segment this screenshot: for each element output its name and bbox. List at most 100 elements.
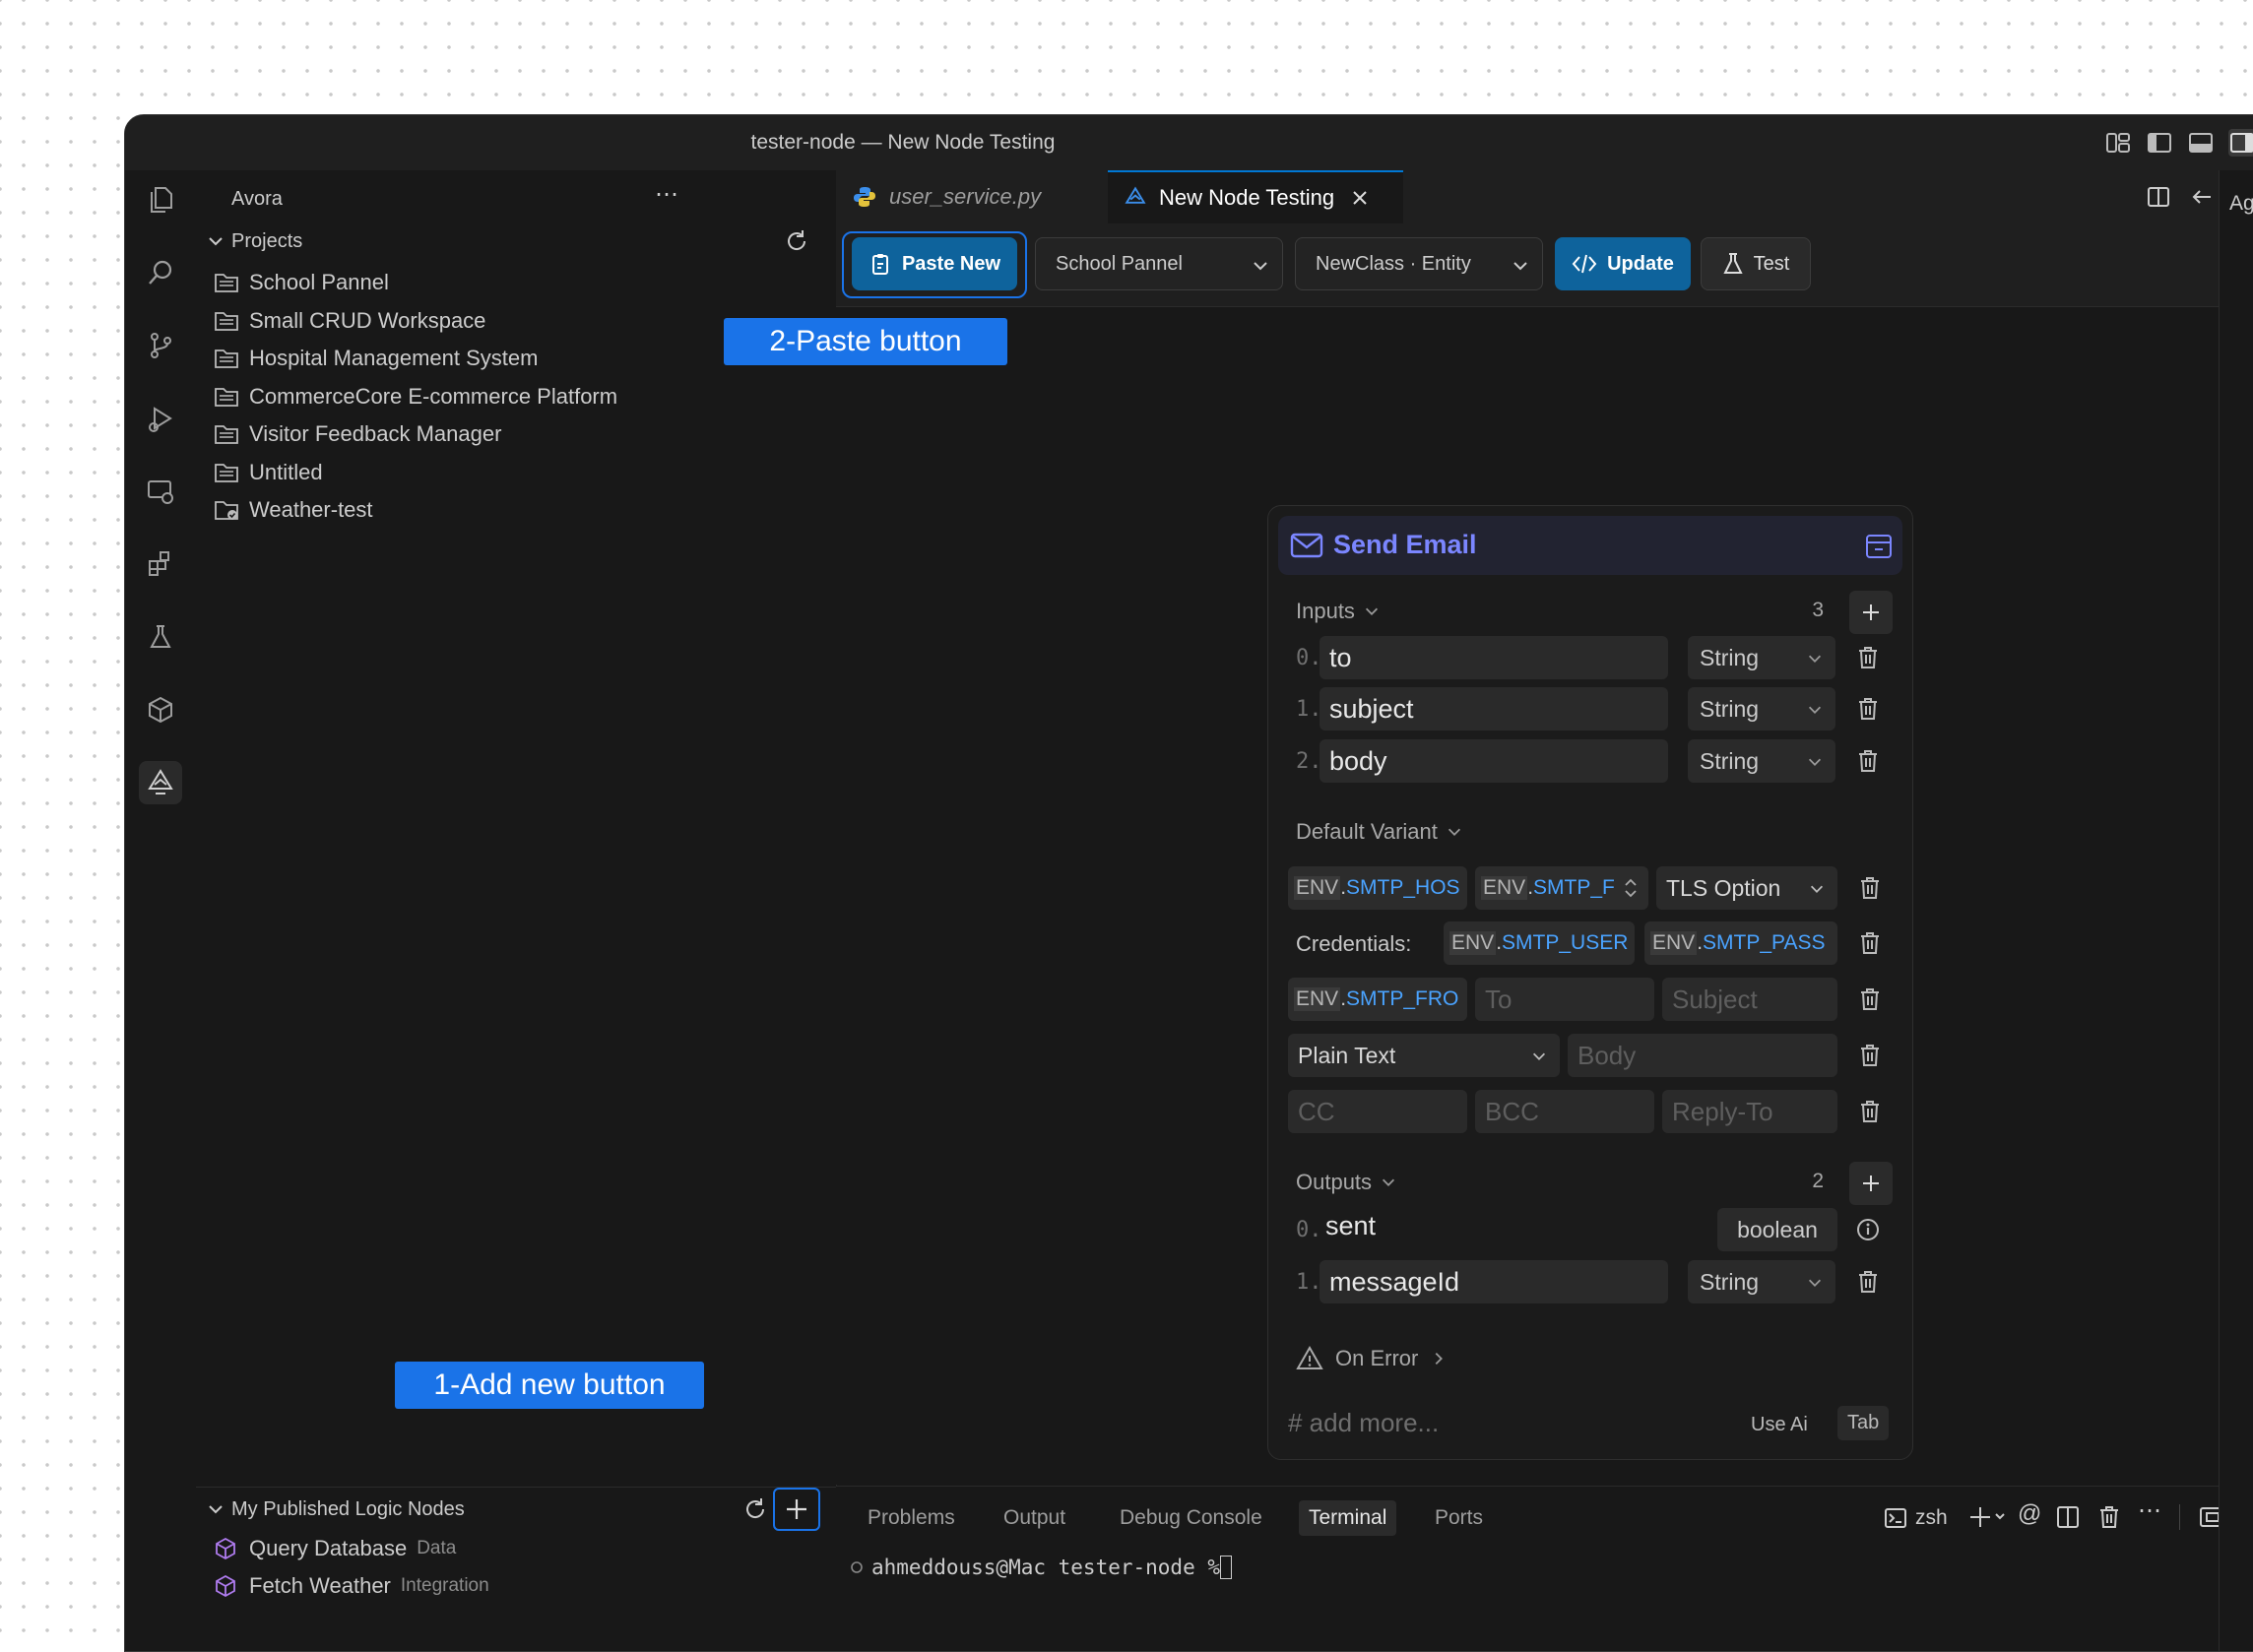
delete-row-button[interactable] [1855,921,1885,965]
project-item[interactable]: CommerceCore E-commerce Platform [196,378,806,415]
smtp-host-field[interactable]: ENV. SMTP_HOS [1288,866,1467,910]
trash-icon [1861,988,1879,1010]
new-terminal-icon[interactable] [1968,1504,2008,1535]
stepper-icon[interactable] [1623,876,1639,900]
more-actions-icon[interactable]: ⋯ [2138,1496,2161,1525]
toggle-secondary-sidebar-icon[interactable] [2228,129,2253,157]
project-item[interactable]: Untitled [196,454,806,491]
class-select[interactable]: NewClass · Entity [1295,237,1543,290]
delete-row-button[interactable] [1855,1034,1885,1077]
delete-row-button[interactable] [1855,978,1885,1021]
cc-field[interactable]: CC [1288,1090,1467,1133]
more-actions-icon[interactable]: ⋯ [655,180,678,209]
add-output-button[interactable] [1849,1162,1893,1205]
refresh-published-icon[interactable] [741,1495,769,1528]
extensions-icon[interactable] [139,542,182,586]
mention-icon[interactable]: @ [2018,1500,2041,1528]
project-item[interactable]: School Pannel [196,264,806,301]
update-button[interactable]: Update [1555,237,1691,290]
kill-terminal-icon[interactable] [2098,1504,2120,1535]
chevron-down-icon [1383,1178,1395,1186]
delete-input-button[interactable] [1853,687,1883,731]
published-node-item[interactable]: Fetch Weather Integration [196,1567,806,1605]
chevron-down-icon [1448,828,1460,836]
input-type-select[interactable]: String [1688,687,1835,731]
package-cube-icon[interactable] [139,688,182,731]
panel-tab-output[interactable]: Output [994,1500,1075,1536]
smtp-from-field[interactable]: ENV. SMTP_FRO [1288,978,1467,1021]
tab-new-node-testing[interactable]: New Node Testing [1108,170,1403,223]
add-new-node-button[interactable] [773,1488,820,1531]
project-item[interactable]: Visitor Feedback Manager [196,415,806,453]
terminal-line[interactable]: ahmeddouss@Mac tester-node % [850,1556,1233,1579]
input-name-field[interactable]: body [1320,739,1668,783]
test-button[interactable]: Test [1701,237,1811,290]
remote-explorer-icon[interactable] [139,470,182,513]
on-error-header[interactable]: On Error [1296,1343,1448,1374]
outputs-header[interactable]: Outputs [1296,1168,1397,1197]
output-name-field[interactable]: messageId [1320,1260,1668,1303]
add-input-button[interactable] [1849,591,1893,634]
content-type-select[interactable]: Plain Text [1288,1034,1560,1077]
delete-row-button[interactable] [1855,866,1885,910]
node-toolbar: Paste New School Pannel NewClass · Entit… [836,223,2253,307]
project-item[interactable]: Small CRUD Workspace [196,302,806,340]
toggle-panel-icon[interactable] [2187,129,2215,157]
variant-header[interactable]: Default Variant [1296,817,1463,847]
smtp-port-field[interactable]: ENV. SMTP_F [1475,866,1648,910]
env-value: SMTP_PASS [1703,931,1826,954]
folder-icon [214,383,241,411]
search-icon[interactable] [139,251,182,294]
terminal-shell-selector[interactable]: zsh [1884,1502,1948,1534]
source-control-icon[interactable] [139,324,182,367]
input-name-field[interactable]: subject [1320,687,1668,731]
collapse-panel-icon[interactable] [1865,534,1893,559]
panel-tab-ports[interactable]: Ports [1425,1500,1493,1536]
delete-input-button[interactable] [1853,636,1883,679]
project-item[interactable]: Hospital Management System [196,340,806,377]
secondary-sidebar: Ag [2219,170,2253,1651]
delete-row-button[interactable] [1855,1090,1885,1133]
inputs-header[interactable]: Inputs [1296,597,1381,626]
panel-tab-debug-console[interactable]: Debug Console [1110,1500,1272,1536]
subject-field[interactable]: Subject [1662,978,1837,1021]
delete-input-button[interactable] [1853,739,1883,783]
smtp-user-field[interactable]: ENV. SMTP_USER [1444,921,1635,965]
published-node-item[interactable]: Query Database Data [196,1530,806,1567]
tls-option-select[interactable]: TLS Option [1656,866,1837,910]
split-editor-icon[interactable] [2146,184,2171,215]
output-type-select[interactable]: String [1688,1260,1835,1303]
panel-tab-problems[interactable]: Problems [858,1500,965,1536]
customize-layout-icon[interactable] [2104,129,2132,157]
info-icon[interactable] [1853,1208,1883,1251]
add-more-input[interactable]: # add more... Use Ai Tab [1286,1402,1897,1447]
toggle-primary-sidebar-icon[interactable] [2146,129,2173,157]
body-field[interactable]: Body [1568,1034,1837,1077]
input-type-select[interactable]: String [1688,739,1835,783]
panel-tab-terminal[interactable]: Terminal [1299,1500,1397,1536]
close-icon[interactable] [1350,188,1370,208]
explorer-icon[interactable] [139,178,182,222]
project-item[interactable]: Weather-test [196,491,806,529]
chevron-down-icon [1513,262,1527,271]
logic-nodes-icon[interactable] [139,761,182,804]
tab-user-service[interactable]: user_service.py [836,170,1104,223]
input-name-field[interactable]: to [1320,636,1668,679]
published-nodes-header[interactable]: My Published Logic Nodes [206,1492,465,1527]
run-debug-icon[interactable] [139,397,182,440]
update-label: Update [1607,252,1674,275]
bcc-field[interactable]: BCC [1475,1090,1654,1133]
delete-output-button[interactable] [1853,1260,1883,1303]
refresh-projects-icon[interactable] [783,227,810,260]
published-label: My Published Logic Nodes [231,1497,465,1520]
input-type-select[interactable]: String [1688,636,1835,679]
reply-to-field[interactable]: Reply-To [1662,1090,1837,1133]
project-select[interactable]: School Pannel [1035,237,1283,290]
split-terminal-icon[interactable] [2055,1504,2081,1535]
paste-new-button[interactable]: Paste New [852,237,1017,290]
testing-flask-icon[interactable] [139,615,182,659]
smtp-pass-field[interactable]: ENV. SMTP_PASS [1644,921,1837,965]
projects-header[interactable]: Projects [206,223,816,259]
arrow-left-icon[interactable] [2189,184,2215,215]
to-field[interactable]: To [1475,978,1654,1021]
